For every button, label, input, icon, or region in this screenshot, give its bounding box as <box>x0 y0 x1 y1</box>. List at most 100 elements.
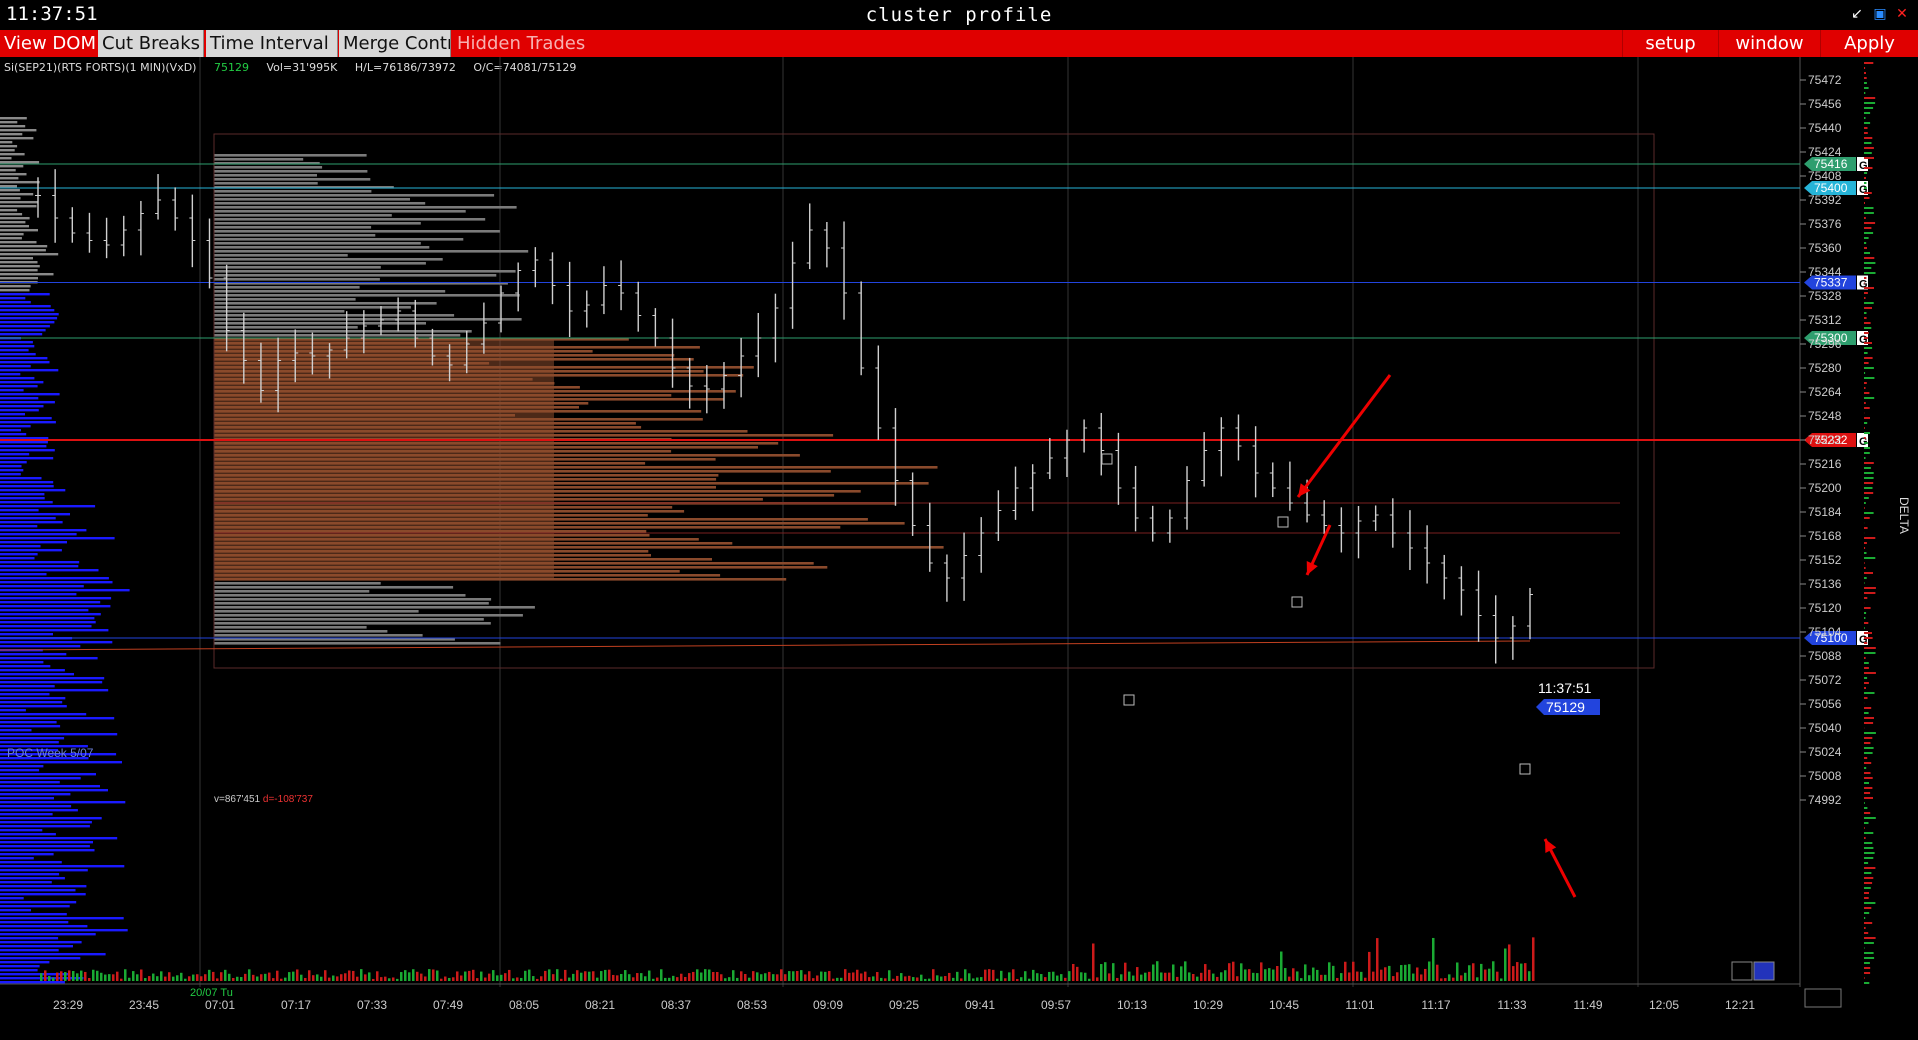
left-profile-bar <box>0 481 54 484</box>
left-profile-bar <box>0 161 40 164</box>
delta-bar <box>1864 257 1875 259</box>
left-profile-bar <box>0 177 19 180</box>
left-profile-bar <box>0 181 40 184</box>
left-profile-bar <box>0 137 34 140</box>
x-tick-label: 09:57 <box>1041 998 1071 1012</box>
left-profile-bar <box>0 601 101 604</box>
maximize-icon[interactable]: ▣ <box>1872 6 1888 22</box>
profile-bar <box>214 278 380 281</box>
volume-bar <box>1436 964 1439 981</box>
profile-bar <box>214 582 381 585</box>
volume-bar <box>1380 969 1383 981</box>
left-profile-bar <box>0 517 56 520</box>
minimize-icon[interactable]: ↙ <box>1849 6 1865 22</box>
delta-bar <box>1864 907 1872 909</box>
left-profile-bar <box>0 961 50 964</box>
y-tick-label: 75120 <box>1808 601 1842 615</box>
left-profile-bar <box>0 165 24 168</box>
volume-bar <box>400 972 403 981</box>
delta-bar <box>1864 972 1871 974</box>
profile-bar <box>214 302 437 305</box>
profile-bar <box>214 606 535 609</box>
volume-bar <box>940 976 943 981</box>
volume-bar <box>480 971 483 981</box>
delta-bar <box>1864 132 1868 134</box>
volume-bar <box>228 973 231 981</box>
merge-contr-button[interactable]: Merge Contr <box>339 30 451 57</box>
delta-bar <box>1864 477 1874 479</box>
volume-bar <box>504 973 507 981</box>
volume-bar <box>904 976 907 981</box>
time-interval-button[interactable]: Time Interval <box>206 30 338 57</box>
x-tick-label: 10:29 <box>1193 998 1223 1012</box>
left-profile-bar <box>0 361 50 364</box>
volume-bar <box>104 974 107 981</box>
volume-bar <box>72 971 75 981</box>
volume-bar <box>448 977 451 981</box>
delta-bar <box>1864 617 1866 619</box>
left-profile-bar <box>0 513 70 516</box>
left-profile-bar <box>0 509 39 512</box>
volume-bar <box>1212 973 1215 981</box>
volume-bar <box>644 976 647 981</box>
volume-bar <box>324 970 327 981</box>
volume-bar <box>1468 965 1471 981</box>
profile-bar <box>214 318 522 321</box>
volume-bar <box>508 969 511 981</box>
volume-bar <box>1388 965 1391 981</box>
value-area <box>214 338 554 578</box>
current-price-label: 75129 <box>1546 699 1585 715</box>
volume-bar <box>68 970 71 981</box>
delta-bar <box>1864 772 1871 774</box>
volume-bar <box>776 974 779 981</box>
volume-bar <box>76 973 79 981</box>
volume-bar <box>1216 976 1219 981</box>
volume-bar <box>1324 974 1327 981</box>
volume-bar <box>1064 977 1067 981</box>
volume-bar <box>548 969 551 981</box>
view-dom-button[interactable]: View DOM <box>0 30 96 57</box>
volume-bar <box>1196 976 1199 981</box>
left-profile-bar <box>0 217 30 220</box>
volume-bar <box>376 971 379 981</box>
volume-bar <box>1288 976 1291 981</box>
volume-bar <box>1068 971 1071 981</box>
delta-bar <box>1864 377 1875 379</box>
volume-bar <box>1460 975 1463 981</box>
volume-bar <box>976 977 979 981</box>
left-profile-bar <box>0 117 27 120</box>
volume-bar <box>284 977 287 981</box>
volume-bar <box>248 969 251 981</box>
window-button[interactable]: window <box>1718 30 1820 57</box>
volume-bar <box>1292 968 1295 981</box>
left-profile-bar <box>0 629 109 632</box>
price-chart[interactable]: 75416 G75400 G75337 G75300 G75232 G75100 G7547… <box>0 57 1918 1040</box>
hidden-trades-button[interactable]: Hidden Trades <box>453 30 587 57</box>
x-tick-label: 08:37 <box>661 998 691 1012</box>
volume-bar <box>340 974 343 981</box>
cut-breaks-button[interactable]: Cut Breaks <box>98 30 204 57</box>
volume-bar <box>696 969 699 981</box>
volume-bar <box>1332 965 1335 981</box>
setup-button[interactable]: setup <box>1622 30 1718 57</box>
apply-button[interactable]: Apply <box>1820 30 1918 57</box>
left-profile-bar <box>0 441 48 444</box>
volume-bar <box>1172 964 1175 981</box>
volume-bar <box>328 977 331 981</box>
volume-bar <box>588 971 591 981</box>
delta-bar <box>1864 622 1869 624</box>
left-profile-bar <box>0 213 23 216</box>
left-profile-bar <box>0 729 32 732</box>
left-profile-bar <box>0 193 34 196</box>
close-icon[interactable]: ✕ <box>1894 6 1910 22</box>
profile-bar <box>214 178 371 181</box>
volume-bar <box>956 971 959 981</box>
level-badge-label: G <box>1859 334 1868 346</box>
volume-bar <box>720 974 723 981</box>
left-profile-bar <box>0 857 34 860</box>
delta-bar <box>1864 202 1865 204</box>
delta-bar <box>1864 952 1874 954</box>
volume-bar <box>1444 978 1447 981</box>
left-profile-bar <box>0 497 45 500</box>
delta-bar <box>1864 237 1869 239</box>
